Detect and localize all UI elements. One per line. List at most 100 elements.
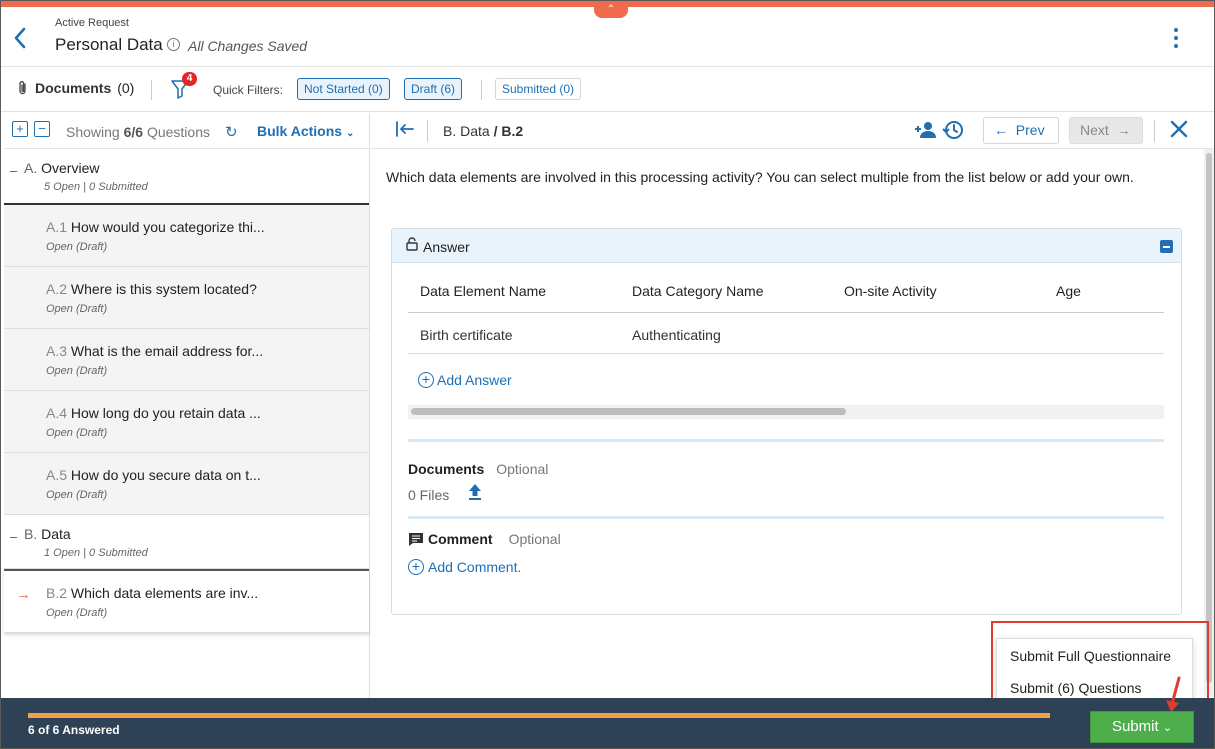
page-header: Active Request Personal Data i All Chang… [1, 7, 1214, 67]
add-comment-button[interactable]: + Add Comment. [408, 559, 561, 575]
comment-section: Comment Optional + Add Comment. [408, 531, 561, 575]
vertical-scrollbar[interactable] [1204, 149, 1214, 697]
question-title: A.4 How long do you retain data ... [46, 405, 261, 421]
table-row[interactable]: Birth certificate Authenticating [408, 313, 1164, 354]
expand-all-button[interactable]: + [12, 121, 28, 137]
question-number: A.2 [46, 281, 68, 297]
section-overview[interactable]: – A. Overview 5 Open | 0 Submitted [4, 149, 369, 205]
collapse-answer-icon[interactable] [1160, 240, 1173, 253]
section-name: Data [41, 526, 71, 542]
refresh-icon[interactable]: ↻ [225, 123, 238, 141]
answer-header: Answer [392, 229, 1181, 263]
chip-draft[interactable]: Draft (6) [404, 78, 463, 100]
collapse-section-icon[interactable]: – [10, 529, 17, 544]
plus-circle-icon: + [408, 559, 424, 575]
progress-fill [28, 713, 1050, 718]
column-header: Age [1056, 283, 1081, 299]
question-text: How long do you retain data ... [70, 405, 261, 421]
next-button[interactable]: Next → [1069, 117, 1143, 144]
plus-circle-icon: + [418, 372, 434, 388]
question-item[interactable]: A.5 How do you secure data on t... Open … [4, 453, 369, 515]
arrow-left-icon: ← [994, 122, 1008, 138]
info-icon[interactable]: i [167, 38, 180, 51]
collapse-all-button[interactable]: − [34, 121, 50, 137]
section-name: Overview [41, 160, 100, 176]
quick-filters-label: Quick Filters: [213, 83, 284, 97]
collapse-panel-icon[interactable] [395, 120, 415, 143]
question-status: Open (Draft) [46, 489, 108, 501]
close-icon[interactable] [1169, 116, 1189, 144]
question-item-active[interactable]: → B.2 Which data elements are inv... Ope… [4, 569, 369, 633]
column-header: Data Element Name [420, 283, 547, 299]
documents-count: (0) [117, 80, 135, 96]
question-status: Open (Draft) [46, 427, 108, 439]
toolbar-divider [151, 80, 152, 100]
section-prefix: A. [24, 160, 38, 176]
more-options-icon[interactable] [1169, 25, 1183, 53]
comment-heading: Comment Optional [408, 531, 561, 547]
question-item[interactable]: A.2 Where is this system located? Open (… [4, 267, 369, 329]
upload-icon[interactable] [467, 483, 483, 506]
question-item[interactable]: A.4 How long do you retain data ... Open… [4, 391, 369, 453]
section-title: A. Overview [24, 160, 99, 176]
assign-user-icon[interactable] [914, 119, 938, 141]
question-list-toolbar: + − Showing 6/6 Questions ↻ Bulk Actions… [4, 113, 369, 149]
save-status: All Changes Saved [188, 38, 308, 54]
question-number: A.4 [46, 405, 68, 421]
annotation-arrow-icon [1166, 676, 1181, 712]
scrollbar-thumb[interactable] [1206, 153, 1212, 683]
chevron-down-icon: ⌄ [1162, 722, 1173, 734]
submit-label: Submit [1111, 718, 1159, 735]
section-meta: 5 Open | 0 Submitted [44, 181, 148, 193]
paperclip-icon [19, 81, 26, 95]
comment-optional: Optional [508, 531, 561, 547]
question-item[interactable]: A.1 How would you categorize thi... Open… [4, 205, 369, 267]
history-icon[interactable] [942, 119, 966, 141]
question-item[interactable]: A.3 What is the email address for... Ope… [4, 329, 369, 391]
question-text: What is the email address for... [70, 343, 264, 359]
question-list-panel: + − Showing 6/6 Questions ↻ Bulk Actions… [4, 113, 370, 698]
answer-table: Data Element Name Data Category Name On-… [408, 269, 1164, 354]
app-window: ⌃ Active Request Personal Data i All Cha… [0, 0, 1215, 749]
chevron-left-icon [14, 27, 26, 49]
arrow-right-icon: → [1116, 122, 1131, 138]
table-header-row: Data Element Name Data Category Name On-… [408, 269, 1164, 313]
back-button[interactable] [13, 27, 35, 53]
horizontal-scrollbar[interactable] [408, 405, 1164, 419]
question-number: B.2 [46, 585, 68, 601]
breadcrumb-section[interactable]: B. Data [443, 123, 490, 139]
question-title: B.2 Which data elements are inv... [46, 585, 258, 601]
documents-link[interactable]: Documents (0) [17, 80, 134, 96]
collapse-section-icon[interactable]: – [10, 163, 17, 178]
scrollbar-thumb[interactable] [411, 408, 846, 415]
prev-label: Prev [1015, 122, 1045, 138]
question-title: A.3 What is the email address for... [46, 343, 263, 359]
documents-optional: Optional [496, 461, 549, 477]
add-answer-button[interactable]: + Add Answer [418, 372, 512, 388]
bulk-actions-label: Bulk Actions [257, 123, 343, 139]
question-nav-bar: B. Data / B.2 ← Prev Next → [371, 113, 1213, 149]
breadcrumb-question: B.2 [501, 123, 524, 139]
question-status: Open (Draft) [46, 303, 108, 315]
chevron-down-icon: ⌄ [345, 128, 355, 139]
prev-button[interactable]: ← Prev [983, 117, 1059, 144]
chip-submitted[interactable]: Submitted (0) [495, 78, 582, 100]
answer-card: Answer Data Element Name Data Category N… [391, 228, 1182, 615]
add-answer-label: Add Answer [437, 372, 512, 388]
add-comment-label: Add Comment. [428, 559, 522, 575]
section-data[interactable]: – B. Data 1 Open | 0 Submitted [4, 515, 369, 569]
section-title: B. Data [24, 526, 71, 542]
question-text: How do you secure data on t... [70, 467, 261, 483]
question-title: A.1 How would you categorize thi... [46, 219, 265, 235]
bulk-actions-button[interactable]: Bulk Actions ⌄ [257, 123, 354, 139]
breadcrumb: B. Data / B.2 [443, 123, 523, 139]
question-number: A.1 [46, 219, 68, 235]
nav-divider [427, 120, 428, 142]
documents-heading: Documents Optional [408, 461, 548, 477]
question-prompt: Which data elements are involved in this… [386, 169, 1134, 185]
showing-prefix: Showing [66, 124, 120, 140]
documents-title: Documents [408, 461, 485, 477]
chip-not-started[interactable]: Not Started (0) [297, 78, 390, 100]
files-count: 0 Files [408, 486, 450, 503]
files-row: 0 Files [408, 483, 548, 506]
